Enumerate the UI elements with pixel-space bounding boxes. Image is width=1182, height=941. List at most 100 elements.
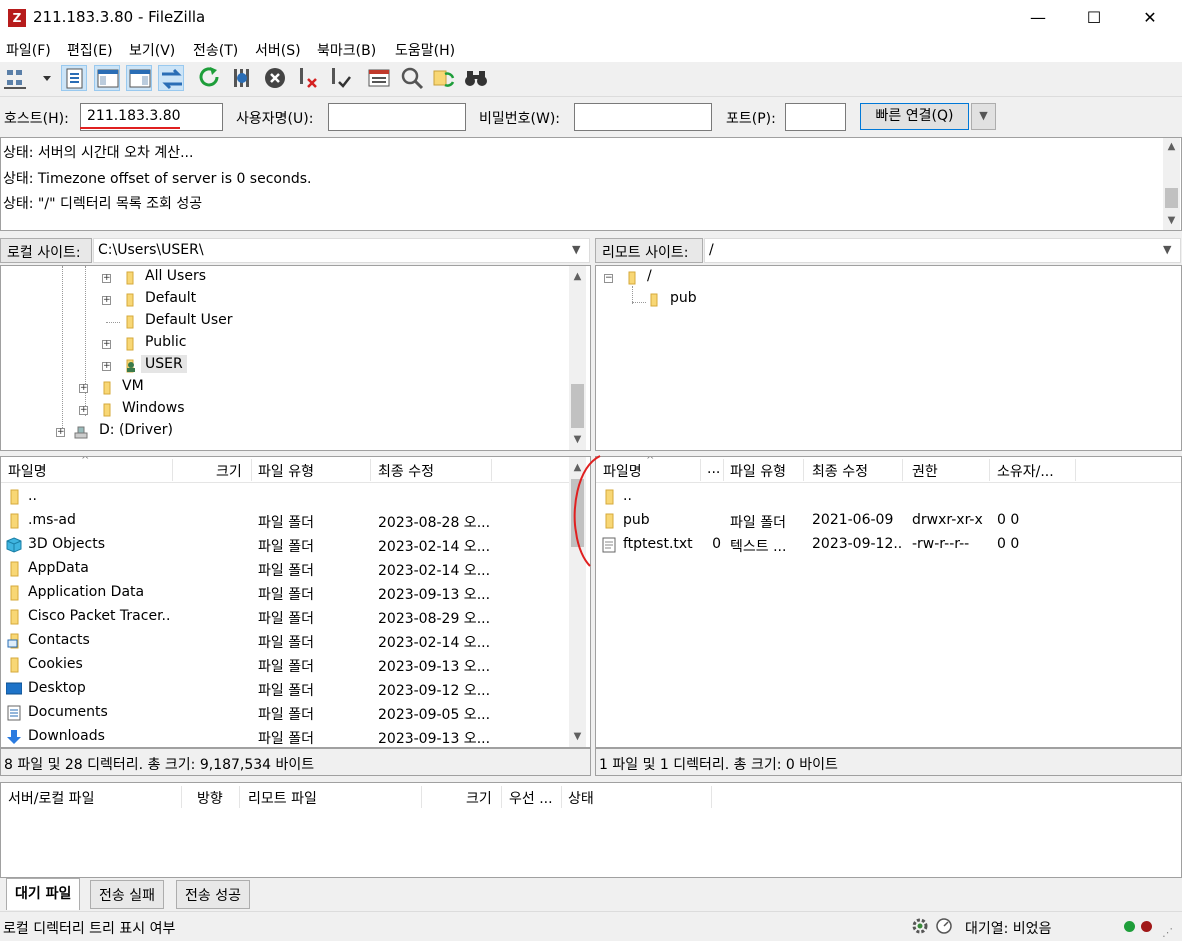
expand-icon[interactable]: +	[102, 362, 111, 371]
local-file-row-downloads[interactable]: Downloads 파일 폴더 2023-09-13 오...	[1, 725, 569, 747]
menu-server[interactable]: 서버(S)	[255, 40, 301, 60]
column-size[interactable]: ...	[707, 461, 720, 477]
column-size[interactable]: 크기	[216, 461, 242, 481]
password-label: 비밀번호(W):	[479, 111, 561, 127]
cancel-operation-icon[interactable]	[262, 65, 288, 91]
close-button[interactable]: ✕	[1122, 0, 1178, 36]
column-type[interactable]: 파일 유형	[258, 461, 314, 481]
tab-failed-transfers[interactable]: 전송 실패	[90, 880, 164, 909]
local-status-line: 8 파일 및 28 디렉터리. 총 크기: 9,187,534 바이트	[0, 748, 591, 776]
column-status[interactable]: 상태	[568, 788, 594, 808]
site-manager-icon[interactable]	[4, 65, 28, 91]
expand-icon[interactable]: +	[102, 340, 111, 349]
file-type: 파일 폴더	[258, 587, 314, 603]
quickconnect-button[interactable]: 빠른 연결(Q)	[860, 103, 969, 130]
column-owner[interactable]: 소유자/...	[997, 461, 1054, 481]
binoculars-icon[interactable]	[463, 65, 489, 91]
column-modified[interactable]: 최종 수정	[378, 461, 434, 481]
local-file-row-parent[interactable]: ..	[1, 485, 569, 509]
toggle-local-tree-icon[interactable]	[94, 65, 120, 91]
menu-bookmark[interactable]: 북마크(B)	[317, 40, 376, 60]
column-size[interactable]: 크기	[466, 788, 492, 808]
remote-path-input[interactable]: /	[704, 238, 1181, 263]
status-bar: 로컬 디렉터리 트리 표시 여부 대기열: 비었음 ⋰	[0, 911, 1182, 941]
toggle-log-icon[interactable]	[61, 65, 87, 91]
remote-tree: − / pub	[595, 265, 1182, 451]
minimize-button[interactable]: —	[1010, 0, 1066, 36]
local-file-row-cisco-packet-tracer[interactable]: Cisco Packet Tracer... 파일 폴더 2023-08-29 오.…	[1, 605, 569, 629]
file-name: ..	[623, 488, 632, 504]
password-input[interactable]	[574, 103, 712, 131]
speed-limit-icon[interactable]	[935, 917, 953, 935]
column-direction[interactable]: 방향	[197, 788, 223, 808]
expand-icon[interactable]: +	[79, 406, 88, 415]
column-filename[interactable]: 파일명	[603, 461, 642, 481]
column-permissions[interactable]: 권한	[912, 461, 938, 481]
scroll-up-icon[interactable]: ▲	[1163, 138, 1180, 155]
local-path-input[interactable]: C:\Users\USER\	[93, 238, 590, 263]
local-file-row-contacts[interactable]: Contacts 파일 폴더 2023-02-14 오...	[1, 629, 569, 653]
chevron-down-icon[interactable]: ▼	[572, 243, 580, 256]
disconnect-icon[interactable]	[296, 65, 322, 91]
collapse-icon[interactable]: −	[604, 274, 613, 283]
remote-file-row-pub[interactable]: pub 파일 폴더 2021-06-09 drwxr-xr-x 0 0	[596, 509, 1181, 533]
scroll-thumb[interactable]	[1165, 188, 1178, 208]
scroll-down-icon[interactable]: ▼	[569, 728, 586, 745]
remote-file-row-ftptest-txt[interactable]: ftptest.txt 0 텍스트 ... 2023-09-12... -rw-r--r…	[596, 533, 1181, 557]
directory-compare-icon[interactable]	[399, 65, 425, 91]
chevron-down-icon[interactable]: ▼	[1163, 243, 1171, 256]
chevron-down-icon[interactable]	[34, 65, 51, 91]
refresh-icon[interactable]	[197, 65, 223, 91]
log-scrollbar[interactable]: ▲ ▼	[1163, 138, 1180, 230]
menu-view[interactable]: 보기(V)	[129, 40, 175, 60]
menu-help[interactable]: 도움말(H)	[395, 40, 455, 60]
tab-successful-transfers[interactable]: 전송 성공	[176, 880, 250, 909]
local-tree-scrollbar[interactable]: ▲ ▼	[569, 266, 586, 450]
scroll-down-icon[interactable]: ▼	[1163, 212, 1180, 229]
column-remote-file[interactable]: 리모트 파일	[248, 788, 317, 808]
local-file-row-application-data[interactable]: Application Data 파일 폴더 2023-09-13 오...	[1, 581, 569, 605]
username-input[interactable]	[328, 103, 466, 131]
local-file-row-ms-ad[interactable]: .ms-ad 파일 폴더 2023-08-28 오...	[1, 509, 569, 533]
file-name: 3D Objects	[28, 536, 106, 552]
tab-queued-files[interactable]: 대기 파일	[6, 878, 81, 910]
local-file-row-documents[interactable]: Documents 파일 폴더 2023-09-05 오...	[1, 701, 569, 725]
process-queue-icon[interactable]	[229, 65, 255, 91]
toggle-queue-icon[interactable]	[158, 65, 184, 91]
toggle-remote-tree-icon[interactable]	[126, 65, 152, 91]
scroll-thumb[interactable]	[571, 384, 584, 428]
local-file-row-3d-objects[interactable]: 3D Objects 파일 폴더 2023-02-14 오...	[1, 533, 569, 557]
sync-browsing-icon[interactable]	[431, 65, 457, 91]
expand-icon[interactable]: +	[79, 384, 88, 393]
reconnect-icon[interactable]	[328, 65, 354, 91]
resize-grip-icon[interactable]: ⋰	[1162, 926, 1173, 939]
column-server-local-file[interactable]: 서버/로컬 파일	[8, 788, 94, 808]
document-icon	[6, 705, 22, 721]
scroll-up-icon[interactable]: ▲	[569, 268, 586, 285]
remote-file-row-parent[interactable]: ..	[596, 485, 1181, 509]
menu-transfer[interactable]: 전송(T)	[193, 40, 238, 60]
column-type[interactable]: 파일 유형	[730, 461, 786, 481]
scroll-down-icon[interactable]: ▼	[569, 431, 586, 448]
menu-edit[interactable]: 편집(E)	[67, 40, 113, 60]
expand-icon[interactable]: +	[102, 274, 111, 283]
annotation-underline	[80, 127, 180, 129]
expand-icon[interactable]: +	[102, 296, 111, 305]
file-modified: 2023-09-12 오...	[378, 683, 490, 699]
quickconnect-history-dropdown[interactable]: ▼	[971, 103, 996, 130]
port-input[interactable]	[785, 103, 846, 131]
file-modified: 2023-02-14 오...	[378, 539, 490, 555]
column-priority[interactable]: 우선 ...	[509, 788, 553, 808]
local-file-row-cookies[interactable]: Cookies 파일 폴더 2023-09-13 오...	[1, 653, 569, 677]
maximize-button[interactable]: ☐	[1066, 0, 1122, 36]
gear-icon[interactable]	[911, 917, 929, 935]
local-file-row-appdata[interactable]: AppData 파일 폴더 2023-02-14 오...	[1, 557, 569, 581]
column-filename[interactable]: 파일명	[8, 461, 47, 481]
file-name: Application Data	[28, 584, 145, 600]
file-name: Desktop	[28, 680, 86, 696]
directory-filter-icon[interactable]	[366, 65, 392, 91]
expand-icon[interactable]: +	[56, 428, 65, 437]
menu-file[interactable]: 파일(F)	[6, 40, 51, 60]
local-file-row-desktop[interactable]: Desktop 파일 폴더 2023-09-12 오...	[1, 677, 569, 701]
column-modified[interactable]: 최종 수정	[812, 461, 868, 481]
